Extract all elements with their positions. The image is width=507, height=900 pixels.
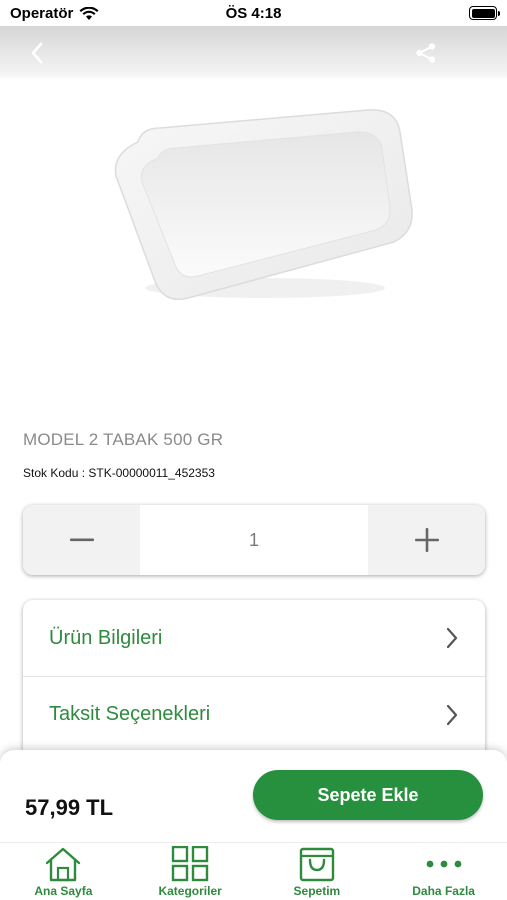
share-button[interactable] — [411, 38, 441, 68]
tab-categories[interactable]: Kategoriler — [127, 843, 254, 900]
tab-cart-label: Sepetim — [293, 884, 341, 898]
product-title: MODEL 2 TABAK 500 GR — [23, 430, 224, 449]
quantity-value[interactable]: 1 — [140, 505, 368, 575]
tab-home-label: Ana Sayfa — [34, 884, 93, 898]
chevron-right-icon — [446, 704, 458, 725]
buy-bar: 57,99 TL Sepete Ekle — [0, 750, 507, 842]
installment-options-label: Taksit Seçenekleri — [49, 703, 211, 725]
tab-categories-label: Kategoriler — [158, 884, 222, 898]
battery-icon — [469, 6, 500, 20]
minus-icon — [69, 538, 94, 542]
decrease-quantity-button[interactable] — [23, 505, 140, 575]
tray-illustration — [114, 109, 413, 301]
chevron-right-icon — [446, 627, 458, 649]
tab-home[interactable]: Ana Sayfa — [0, 843, 127, 900]
status-time: ÖS 4:18 — [225, 5, 282, 22]
product-info-card: Ürün Bilgileri Taksit Seçenekleri — [23, 600, 485, 760]
product-info-label: Ürün Bilgileri — [49, 626, 163, 649]
product-price: 57,99 TL — [25, 795, 114, 820]
tab-bar: Ana Sayfa Kategoriler Sepetim Daha Fazla — [0, 842, 507, 900]
home-icon — [46, 847, 81, 882]
more-icon — [426, 860, 462, 868]
stock-code-label: Stok Kodu : — [23, 466, 86, 480]
status-bar: Operatör ÖS 4:18 — [0, 0, 507, 26]
quantity-stepper: 1 — [23, 505, 485, 575]
top-nav — [0, 26, 507, 80]
stock-code-row: Stok Kodu : STK-00000011_452353 — [23, 466, 215, 480]
stock-code-value: STK-00000011_452353 — [88, 466, 215, 480]
back-button[interactable] — [22, 38, 52, 68]
add-to-cart-button[interactable]: Sepete Ekle — [253, 770, 483, 820]
product-image — [100, 92, 420, 312]
product-info-row[interactable]: Ürün Bilgileri — [23, 600, 485, 676]
grid-icon — [171, 846, 209, 882]
installment-options-row[interactable]: Taksit Seçenekleri — [23, 676, 485, 752]
increase-quantity-button[interactable] — [368, 505, 485, 575]
tab-cart[interactable]: Sepetim — [254, 843, 381, 900]
tab-more[interactable]: Daha Fazla — [380, 843, 507, 900]
plus-icon — [414, 528, 439, 552]
chevron-left-icon — [31, 42, 43, 64]
cart-icon — [299, 847, 335, 882]
tab-more-label: Daha Fazla — [412, 884, 475, 898]
share-icon — [416, 43, 436, 63]
